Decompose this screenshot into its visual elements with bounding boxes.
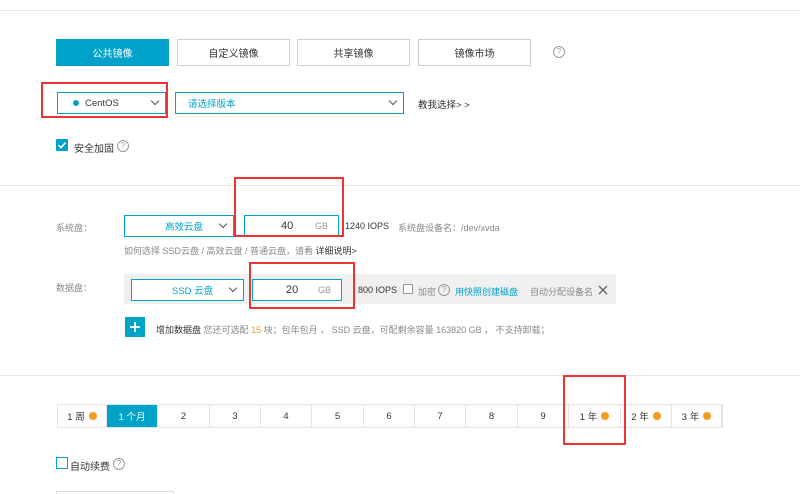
period-option[interactable]: 2 年	[621, 405, 672, 427]
add-disk-info-prefix: 您还可选配	[203, 325, 249, 335]
tab-label: 镜像市场	[454, 49, 495, 60]
chevron-down-icon	[228, 283, 238, 293]
chevron-down-icon	[388, 96, 398, 106]
add-disk-label[interactable]: 增加数据盘	[156, 325, 201, 335]
help-me-choose-link[interactable]: 教我选择> >	[418, 97, 470, 111]
discount-badge-icon	[652, 412, 661, 420]
tab-custom-image[interactable]: 自定义镜像	[177, 39, 290, 66]
tab-image-market[interactable]: 镜像市场	[418, 39, 531, 66]
system-disk-device-name: 系统盘设备名：/dev/xvda	[398, 223, 500, 233]
add-disk-button[interactable]	[125, 317, 145, 337]
data-disk-label: 数据盘：	[56, 283, 93, 293]
add-disk-count: 15	[251, 325, 262, 335]
period-option-label: 8	[488, 410, 495, 422]
period-option-label: 2 年	[631, 412, 649, 423]
details-link[interactable]: 详细说明>	[316, 246, 357, 256]
section-divider	[0, 185, 800, 186]
highlight-box	[249, 262, 355, 309]
period-option[interactable]: 5	[312, 405, 364, 427]
system-disk-type-select[interactable]: 高效云盘	[124, 215, 234, 237]
data-disk-type-value: SSD 云盘	[172, 286, 214, 297]
chevron-down-icon	[218, 219, 228, 229]
version-select[interactable]: 请选择版本	[175, 92, 404, 114]
discount-badge-icon	[703, 412, 712, 420]
discount-badge-icon	[88, 412, 97, 420]
period-option-label: 6	[386, 410, 392, 422]
period-option-label: 4	[283, 410, 289, 422]
close-icon[interactable]	[598, 285, 608, 295]
top-divider	[0, 10, 800, 11]
tab-shared-image[interactable]: 共享镜像	[297, 39, 410, 66]
period-option-label: 1 周	[67, 412, 85, 423]
highlight-box	[41, 82, 168, 118]
period-option[interactable]: 3 年	[672, 405, 722, 427]
help-icon[interactable]: ?	[117, 140, 129, 152]
period-option[interactable]: 1 个月	[107, 405, 158, 427]
period-option-label: 2	[180, 410, 187, 422]
auto-renew-checkbox[interactable]	[56, 457, 68, 469]
encrypt-checkbox[interactable]	[403, 284, 413, 294]
add-disk-info: 增加数据盘 您还可选配 15 块；包年包月 ， SSD 云盘，可配剩余容量 16…	[156, 323, 550, 336]
tab-label: 公共镜像	[92, 49, 133, 60]
data-disk-type-select[interactable]: SSD 云盘	[131, 279, 244, 301]
highlight-box	[234, 177, 344, 237]
help-icon[interactable]: ?	[553, 46, 565, 58]
system-disk-iops: 1240 IOPS	[345, 221, 390, 231]
period-option-label: 9	[540, 410, 546, 422]
period-option[interactable]: 8	[466, 405, 518, 427]
security-harden-checkbox[interactable]	[56, 139, 68, 151]
period-option[interactable]: 9	[518, 405, 569, 427]
data-disk-iops: 800 IOPS	[358, 285, 398, 295]
security-harden-label: 安全加固	[74, 144, 114, 155]
highlight-box	[563, 375, 626, 445]
period-option[interactable]: 4	[261, 405, 312, 427]
system-disk-label: 系统盘：	[56, 223, 93, 233]
auto-device-name-label: 自动分配设备名	[530, 287, 594, 297]
encrypt-label: 加密	[418, 287, 437, 297]
tab-label: 共享镜像	[333, 49, 374, 60]
help-icon[interactable]: ?	[113, 458, 125, 470]
plus-icon	[130, 322, 140, 332]
system-disk-help: 如何选择 SSD云盘 / 高效云盘 / 普通云盘，请看 详细说明>	[124, 244, 357, 257]
auto-renew-label: 自动续费	[70, 462, 110, 473]
period-option-label: 5	[334, 410, 341, 422]
tab-public-image[interactable]: 公共镜像	[56, 39, 169, 66]
version-select-placeholder: 请选择版本	[188, 99, 236, 110]
help-icon[interactable]: ?	[438, 284, 450, 296]
period-option-label: 7	[437, 410, 443, 422]
period-option-label: 1 个月	[118, 412, 146, 423]
ecs-config-page: 公共镜像 自定义镜像 共享镜像 镜像市场 ? CentOS 请选择版本 教我选择…	[0, 0, 800, 494]
tab-label: 自定义镜像	[208, 49, 259, 60]
period-option[interactable]: 6	[364, 405, 415, 427]
period-option[interactable]: 7	[415, 405, 466, 427]
check-icon	[57, 142, 67, 149]
period-option-label: 3 年	[681, 412, 700, 423]
period-option[interactable]: 3	[210, 405, 261, 427]
add-disk-info-suffix: 块；包年包月 ， SSD 云盘，可配剩余容量 163820 GB ， 不支持卸载…	[263, 325, 550, 335]
period-option-label: 3	[232, 410, 238, 422]
section-divider	[0, 375, 800, 376]
system-disk-help-text: 如何选择 SSD云盘 / 高效云盘 / 普通云盘，请看	[124, 246, 314, 256]
period-option[interactable]: 1 周	[58, 405, 107, 427]
period-option[interactable]: 2	[158, 405, 210, 427]
system-disk-type-value: 高效云盘	[165, 222, 204, 233]
create-from-snapshot-link[interactable]: 用快照创建磁盘	[455, 285, 518, 298]
